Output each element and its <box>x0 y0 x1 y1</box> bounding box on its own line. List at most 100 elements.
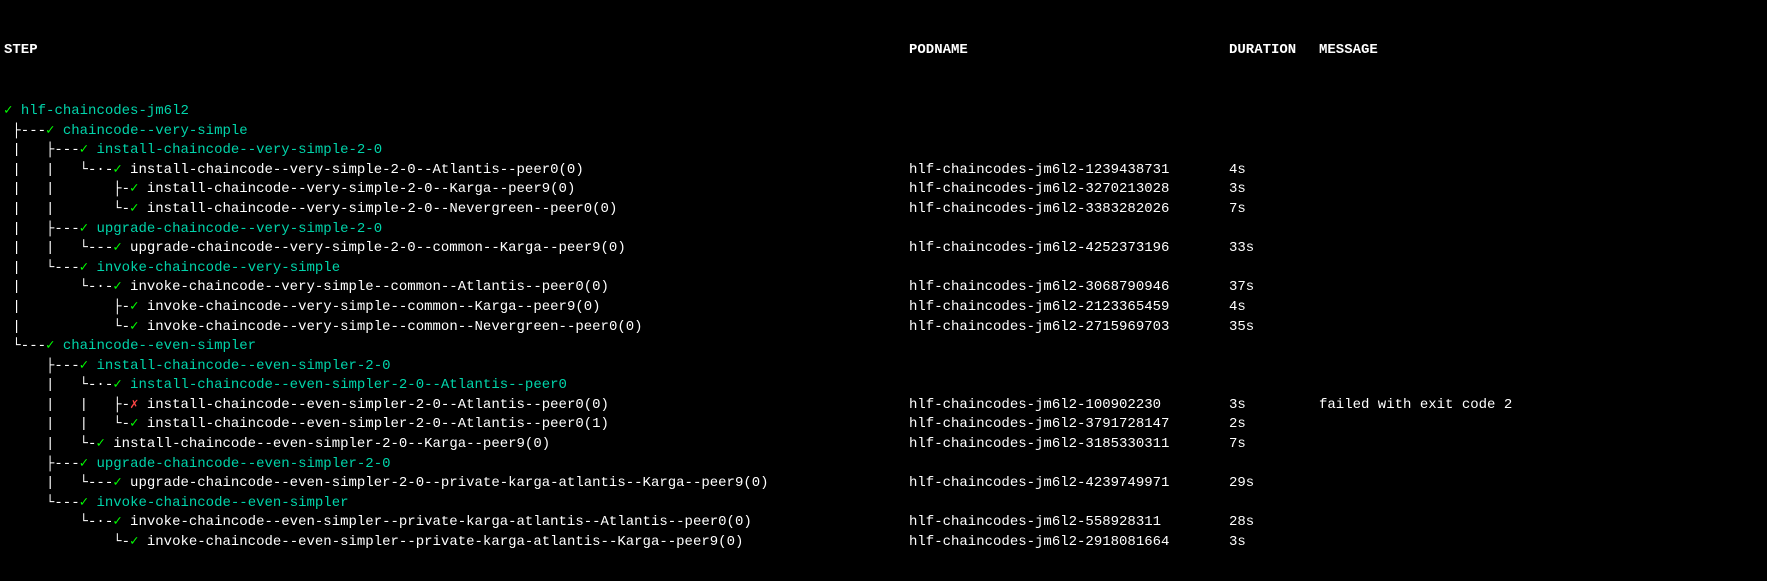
step-label: install-chaincode--very-simple-2-0--Atla… <box>122 162 584 178</box>
tree-row: | └-✓ install-chaincode--even-simpler-2-… <box>0 435 1767 455</box>
tree-row: ├---✓ install-chaincode--even-simpler-2-… <box>0 357 1767 377</box>
step-label: hlf-chaincodes-jm6l2 <box>12 103 188 119</box>
step-cell: | └---✓ upgrade-chaincode--even-simpler-… <box>4 474 909 494</box>
step-label: install-chaincode--very-simple-2-0--Karg… <box>138 181 575 197</box>
tree-row: └-·-✓ invoke-chaincode--even-simpler--pr… <box>0 513 1767 533</box>
step-cell: ├---✓ install-chaincode--even-simpler-2-… <box>4 357 909 377</box>
tree-prefix: | | └- <box>4 201 130 217</box>
step-cell: | | └-✓ install-chaincode--very-simple-2… <box>4 200 909 220</box>
step-cell: | | └-·-✓ install-chaincode--very-simple… <box>4 161 909 181</box>
step-label: invoke-chaincode--even-simpler--private-… <box>122 514 752 530</box>
tree-row: └---✓ invoke-chaincode--even-simpler <box>0 494 1767 514</box>
tree-prefix: └- <box>4 534 130 550</box>
step-label: upgrade-chaincode--very-simple-2-0 <box>88 221 382 237</box>
status-ok-icon: ✓ <box>80 221 88 237</box>
podname-cell: hlf-chaincodes-jm6l2-4252373196 <box>909 239 1229 259</box>
message-cell: failed with exit code 2 <box>1319 396 1763 416</box>
tree-prefix: | └- <box>4 319 130 335</box>
tree-row: | ├---✓ install-chaincode--very-simple-2… <box>0 141 1767 161</box>
step-label: install-chaincode--very-simple-2-0--Neve… <box>138 201 617 217</box>
duration-cell: 3s <box>1229 180 1319 200</box>
step-label: install-chaincode--very-simple-2-0 <box>88 142 382 158</box>
step-cell: └-✓ invoke-chaincode--even-simpler--priv… <box>4 533 909 553</box>
podname-cell: hlf-chaincodes-jm6l2-3791728147 <box>909 415 1229 435</box>
status-ok-icon: ✓ <box>113 162 121 178</box>
podname-cell: hlf-chaincodes-jm6l2-1239438731 <box>909 161 1229 181</box>
step-cell: | ├-✓ invoke-chaincode--very-simple--com… <box>4 298 909 318</box>
step-label: upgrade-chaincode--very-simple-2-0--comm… <box>122 240 626 256</box>
tree-prefix: | ├- <box>4 299 130 315</box>
tree-prefix: | ├--- <box>4 221 80 237</box>
tree-row: | └---✓ invoke-chaincode--very-simple <box>0 259 1767 279</box>
step-label: invoke-chaincode--very-simple--common--N… <box>138 319 642 335</box>
step-label: upgrade-chaincode--even-simpler-2-0--pri… <box>122 475 769 491</box>
podname-cell: hlf-chaincodes-jm6l2-3270213028 <box>909 180 1229 200</box>
tree-prefix: | | └- <box>4 416 130 432</box>
tree-prefix: | └--- <box>4 260 80 276</box>
step-cell: ✓ hlf-chaincodes-jm6l2 <box>4 102 909 122</box>
duration-cell: 35s <box>1229 318 1319 338</box>
header-message: MESSAGE <box>1319 41 1763 61</box>
step-label: invoke-chaincode--even-simpler <box>88 495 348 511</box>
podname-cell: hlf-chaincodes-jm6l2-2715969703 <box>909 318 1229 338</box>
tree-row: | └---✓ upgrade-chaincode--even-simpler-… <box>0 474 1767 494</box>
podname-cell: hlf-chaincodes-jm6l2-3383282026 <box>909 200 1229 220</box>
header-row: STEP PODNAME DURATION MESSAGE <box>0 39 1767 63</box>
step-cell: | └-·-✓ install-chaincode--even-simpler-… <box>4 376 909 396</box>
duration-cell: 28s <box>1229 513 1319 533</box>
tree-prefix: | └--- <box>4 475 113 491</box>
step-cell: └---✓ invoke-chaincode--even-simpler <box>4 494 909 514</box>
tree-row: └---✓ chaincode--even-simpler <box>0 337 1767 357</box>
step-label: invoke-chaincode--very-simple--common--K… <box>138 299 600 315</box>
step-label: chaincode--very-simple <box>54 123 247 139</box>
step-cell: | └-✓ install-chaincode--even-simpler-2-… <box>4 435 909 455</box>
duration-cell: 7s <box>1229 200 1319 220</box>
duration-cell: 4s <box>1229 298 1319 318</box>
step-label: install-chaincode--even-simpler-2-0--Atl… <box>122 377 567 393</box>
step-cell: └-·-✓ invoke-chaincode--even-simpler--pr… <box>4 513 909 533</box>
step-cell: | | └---✓ upgrade-chaincode--very-simple… <box>4 239 909 259</box>
podname-cell: hlf-chaincodes-jm6l2-3068790946 <box>909 278 1229 298</box>
tree-row: | | ├-✗ install-chaincode--even-simpler-… <box>0 396 1767 416</box>
tree-prefix: ├--- <box>4 456 80 472</box>
tree-prefix: ├--- <box>4 123 46 139</box>
step-cell: | └-·-✓ invoke-chaincode--very-simple--c… <box>4 278 909 298</box>
tree-row: ✓ hlf-chaincodes-jm6l2 <box>0 102 1767 122</box>
status-ok-icon: ✓ <box>113 279 121 295</box>
tree-prefix: | | ├- <box>4 181 130 197</box>
step-cell: | └---✓ invoke-chaincode--very-simple <box>4 259 909 279</box>
status-ok-icon: ✓ <box>113 475 121 491</box>
step-cell: ├---✓ chaincode--very-simple <box>4 122 909 142</box>
duration-cell: 2s <box>1229 415 1319 435</box>
status-ok-icon: ✓ <box>113 377 121 393</box>
tree-prefix: └--- <box>4 338 46 354</box>
duration-cell: 7s <box>1229 435 1319 455</box>
step-label: invoke-chaincode--very-simple--common--A… <box>122 279 609 295</box>
status-ok-icon: ✓ <box>80 142 88 158</box>
podname-cell: hlf-chaincodes-jm6l2-2123365459 <box>909 298 1229 318</box>
status-ok-icon: ✓ <box>80 456 88 472</box>
podname-cell: hlf-chaincodes-jm6l2-2918081664 <box>909 533 1229 553</box>
rows-container: ✓ hlf-chaincodes-jm6l2 ├---✓ chaincode--… <box>0 102 1767 553</box>
step-cell: | └-✓ invoke-chaincode--very-simple--com… <box>4 318 909 338</box>
status-ok-icon: ✓ <box>80 358 88 374</box>
duration-cell: 29s <box>1229 474 1319 494</box>
podname-cell: hlf-chaincodes-jm6l2-4239749971 <box>909 474 1229 494</box>
tree-prefix: | | └-·- <box>4 162 113 178</box>
tree-prefix: ├--- <box>4 358 80 374</box>
tree-row: | └-·-✓ invoke-chaincode--very-simple--c… <box>0 278 1767 298</box>
step-label: chaincode--even-simpler <box>54 338 256 354</box>
podname-cell: hlf-chaincodes-jm6l2-100902230 <box>909 396 1229 416</box>
tree-row: | | └-✓ install-chaincode--very-simple-2… <box>0 200 1767 220</box>
step-label: install-chaincode--even-simpler-2-0 <box>88 358 390 374</box>
step-label: install-chaincode--even-simpler-2-0--Atl… <box>138 397 608 413</box>
duration-cell: 33s <box>1229 239 1319 259</box>
step-cell: | ├---✓ install-chaincode--very-simple-2… <box>4 141 909 161</box>
duration-cell: 3s <box>1229 533 1319 553</box>
status-ok-icon: ✓ <box>96 436 104 452</box>
tree-row: | └-✓ invoke-chaincode--very-simple--com… <box>0 318 1767 338</box>
tree-prefix: | └-·- <box>4 377 113 393</box>
step-cell: ├---✓ upgrade-chaincode--even-simpler-2-… <box>4 455 909 475</box>
status-ok-icon: ✓ <box>113 240 121 256</box>
header-duration: DURATION <box>1229 41 1319 61</box>
